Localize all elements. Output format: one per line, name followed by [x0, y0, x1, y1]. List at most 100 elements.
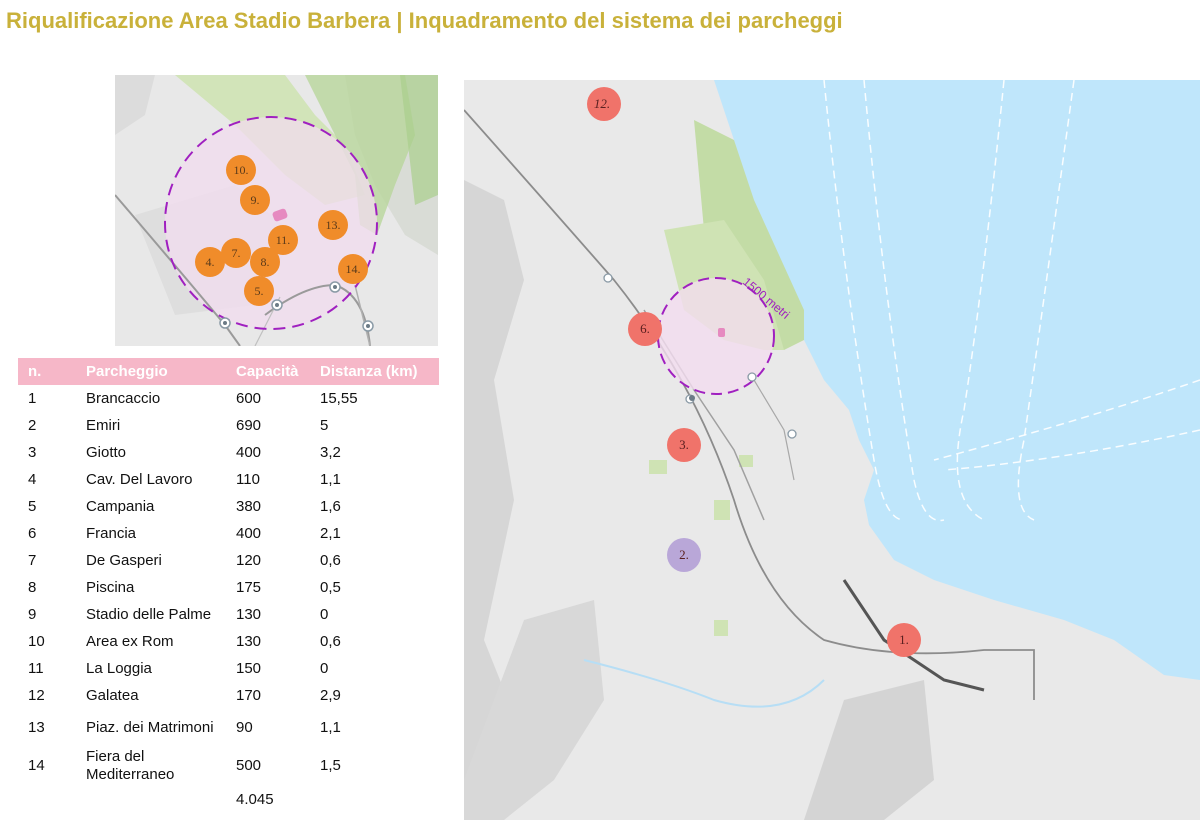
table-row: 3 Giotto 400 3,2	[18, 439, 439, 466]
train-station-icon	[271, 299, 283, 311]
cell-parking: Fiera del Mediterraneo	[86, 748, 175, 783]
train-station-icon	[603, 273, 613, 283]
cell-parking: Galatea	[86, 686, 139, 704]
cell-capacity: 130	[236, 605, 262, 623]
table-row: 9 Stadio delle Palme 130 0	[18, 601, 439, 628]
cell-distance: 1,5	[320, 757, 341, 774]
cell-number: 12	[28, 686, 45, 704]
svg-text:11.: 11.	[276, 233, 291, 247]
svg-text:13.: 13.	[326, 218, 341, 232]
cell-parking: Piscina	[86, 578, 135, 596]
cell-capacity: 170	[236, 686, 262, 704]
cell-capacity: 90	[236, 719, 253, 736]
cell-parking: Stadio delle Palme	[86, 605, 212, 623]
cell-capacity: 400	[236, 443, 262, 461]
cell-number: 10	[28, 632, 45, 650]
cell-distance: 0	[320, 659, 329, 677]
svg-text:9.: 9.	[251, 193, 260, 207]
cell-parking: Cav. Del Lavoro	[86, 470, 193, 488]
cell-parking: Emiri	[86, 416, 121, 434]
main-marker-12[interactable]: 12.	[587, 87, 621, 121]
cell-number: 9	[28, 605, 37, 623]
inset-marker-7[interactable]: 7.	[221, 238, 251, 268]
cell-parking: De Gasperi	[86, 551, 162, 569]
cell-capacity: 120	[236, 551, 262, 569]
svg-text:10.: 10.	[234, 163, 249, 177]
empty-cell	[76, 785, 232, 815]
inset-marker-8[interactable]: 8.	[250, 247, 280, 277]
cell-distance: 0	[320, 605, 329, 623]
inset-marker-10[interactable]: 10.	[226, 155, 256, 185]
svg-text:2.: 2.	[679, 547, 689, 562]
table-row: 14 Fiera del Mediterraneo 500 1,5	[18, 747, 439, 785]
cell-distance: 2,1	[320, 524, 341, 542]
svg-text:14.: 14.	[346, 262, 361, 276]
cell-number: 4	[28, 470, 37, 488]
cell-capacity: 500	[236, 757, 262, 774]
bus-stop-icon	[362, 320, 374, 332]
svg-text:3.: 3.	[679, 437, 689, 452]
main-marker-2[interactable]: 2.	[667, 538, 701, 572]
page-title: Riqualificazione Area Stadio Barbera | I…	[6, 8, 843, 33]
cell-number: 2	[28, 416, 37, 434]
cell-distance: 5	[320, 416, 329, 434]
table-row: 13 Piaz. dei Matrimoni 90 1,1	[18, 709, 439, 747]
main-map[interactable]: 1500 metri 12. 6. 3. 2. 1.	[464, 80, 1200, 820]
inset-marker-9[interactable]: 9.	[240, 185, 270, 215]
table-header-row: n. Parcheggio Capacità Distanza (km)	[18, 358, 439, 385]
bus-stop-icon	[219, 317, 231, 329]
cell-parking: Piaz. dei Matrimoni	[86, 719, 214, 736]
column-header-distance: Distanza (km)	[316, 358, 439, 385]
cell-distance: 0,6	[320, 551, 341, 569]
main-marker-3[interactable]: 3.	[667, 428, 701, 462]
cell-number: 14	[28, 757, 45, 774]
inset-marker-5[interactable]: 5.	[244, 276, 274, 306]
svg-text:12.: 12.	[594, 96, 610, 111]
inset-map[interactable]: 10. 9. 13. 11. 7. 4. 8. 14. 5.	[115, 75, 438, 346]
table-row: 2 Emiri 690 5	[18, 412, 439, 439]
inset-marker-14[interactable]: 14.	[338, 254, 368, 284]
cell-parking: Giotto	[86, 443, 127, 461]
main-marker-1[interactable]: 1.	[887, 623, 921, 657]
table-row: 7 De Gasperi 120 0,6	[18, 547, 439, 574]
cell-capacity: 130	[236, 632, 262, 650]
cell-number: 3	[28, 443, 37, 461]
cell-distance: 1,6	[320, 497, 341, 515]
svg-text:1.: 1.	[899, 632, 909, 647]
column-header-number: n.	[18, 358, 76, 385]
cell-distance: 0,6	[320, 632, 341, 650]
cell-parking: Area ex Rom	[86, 632, 174, 650]
cell-distance: 1,1	[320, 470, 341, 488]
cell-number: 8	[28, 578, 37, 596]
cell-distance: 1,1	[320, 719, 341, 736]
cell-number: 5	[28, 497, 37, 515]
table-row: 1 Brancaccio 600 15,55	[18, 385, 439, 412]
cell-capacity: 600	[236, 389, 262, 407]
cell-distance: 15,55	[320, 389, 358, 407]
column-header-parking: Parcheggio	[76, 358, 232, 385]
train-station-icon	[747, 372, 757, 382]
train-station-icon	[329, 281, 341, 293]
cell-number: 1	[28, 389, 37, 407]
inset-marker-4[interactable]: 4.	[195, 247, 225, 277]
cell-capacity: 400	[236, 524, 262, 542]
cell-distance: 2,9	[320, 686, 341, 704]
cell-capacity: 175	[236, 578, 262, 596]
empty-cell	[316, 785, 439, 815]
cell-number: 7	[28, 551, 37, 569]
cell-number: 13	[28, 719, 45, 736]
svg-text:7.: 7.	[232, 246, 241, 260]
cell-parking: Brancaccio	[86, 389, 161, 407]
cell-parking: Francia	[86, 524, 137, 542]
inset-marker-13[interactable]: 13.	[318, 210, 348, 240]
table-total-row: 4.045	[18, 785, 439, 815]
cell-distance: 3,2	[320, 443, 341, 461]
train-station-icon	[787, 429, 797, 439]
cell-capacity: 110	[236, 470, 260, 488]
cell-number: 11	[28, 659, 44, 677]
cell-parking: La Loggia	[86, 659, 152, 677]
svg-text:6.: 6.	[640, 321, 650, 336]
table-row: 6 Francia 400 2,1	[18, 520, 439, 547]
cell-capacity: 150	[236, 659, 262, 677]
main-marker-6[interactable]: 6.	[628, 312, 662, 346]
